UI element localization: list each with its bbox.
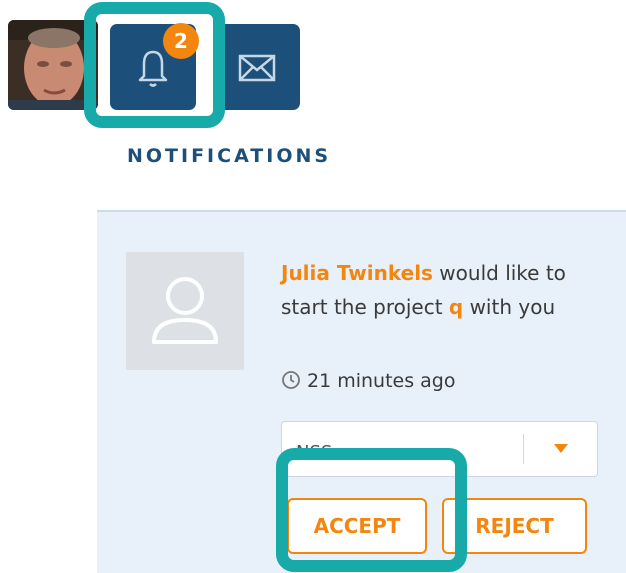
chevron-down-icon[interactable] [554, 444, 568, 453]
reject-button[interactable]: REJECT [442, 498, 587, 554]
project-name[interactable]: q [449, 295, 463, 319]
messages-button[interactable] [214, 24, 300, 110]
sender-name[interactable]: Julia Twinkels [281, 261, 433, 285]
project-select[interactable]: NSS [281, 421, 598, 477]
notification-count-badge: 2 [163, 23, 199, 59]
user-icon [152, 277, 218, 344]
select-value: NSS [296, 442, 333, 463]
accept-button[interactable]: ACCEPT [287, 498, 427, 554]
sender-avatar-placeholder [126, 252, 244, 370]
clock-icon [282, 371, 300, 389]
message-text-2: with you [463, 295, 556, 319]
mail-icon [238, 54, 276, 82]
timestamp-text: 21 minutes ago [307, 370, 456, 392]
notification-message: Julia Twinkels would like to start the p… [281, 256, 611, 324]
user-avatar[interactable] [8, 20, 98, 110]
notification-timestamp: 21 minutes ago [281, 367, 456, 395]
select-divider [523, 434, 524, 464]
section-title: NOTIFICATIONS [127, 145, 332, 167]
